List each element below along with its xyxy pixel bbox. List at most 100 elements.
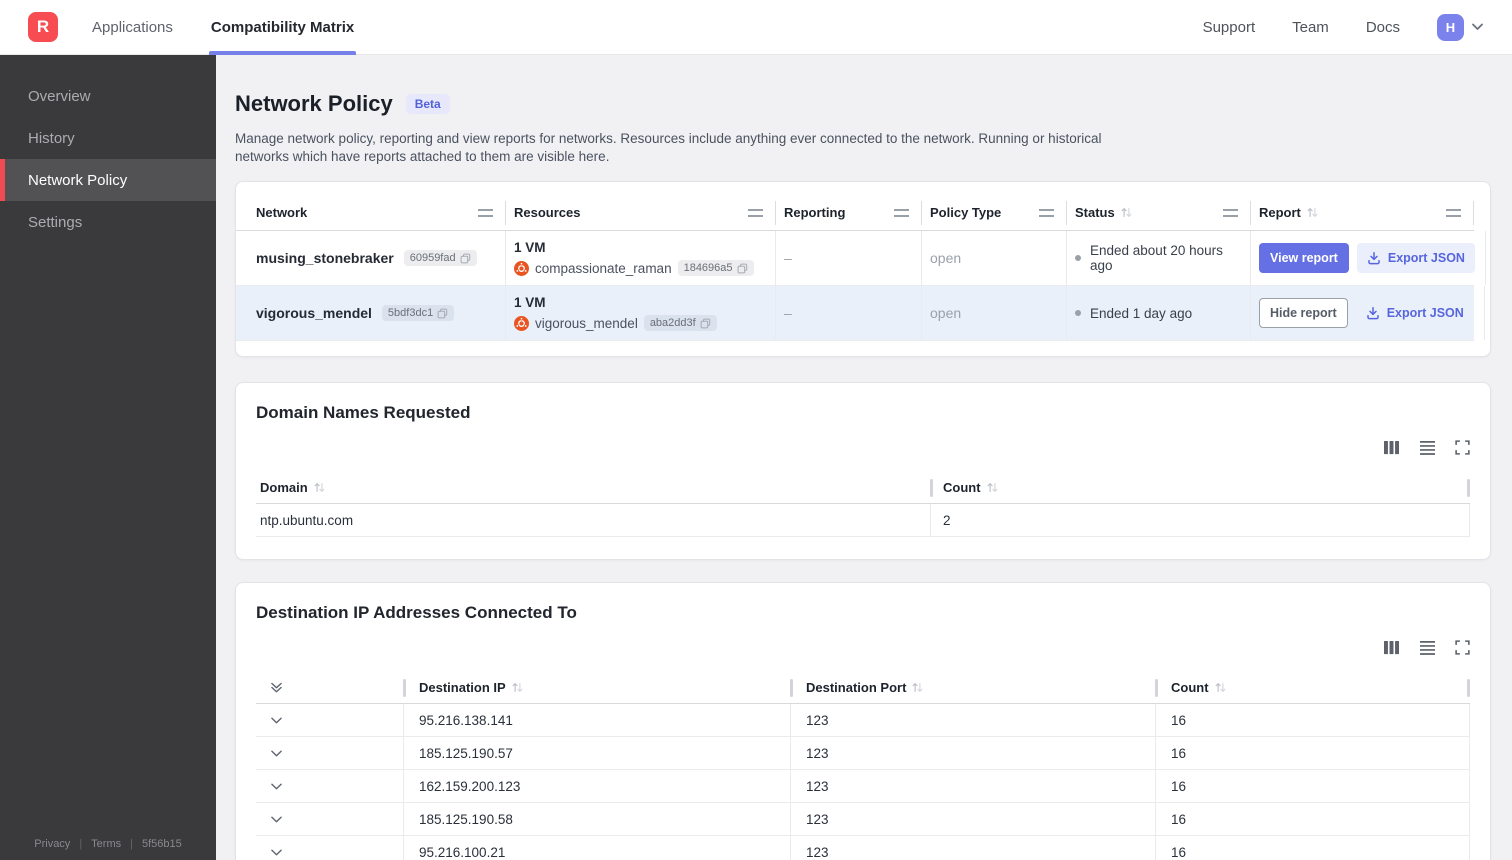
destination-ip-cell: 185.125.190.57 (404, 737, 791, 769)
app-logo[interactable]: R (28, 12, 58, 42)
copy-icon[interactable] (460, 253, 471, 264)
row-expander[interactable] (256, 836, 404, 860)
network-id-badge[interactable]: 60959fad (403, 250, 477, 266)
footer-divider: | (79, 838, 83, 850)
destination-port-cell: 123 (791, 770, 1156, 802)
column-resize-handle[interactable] (478, 208, 493, 217)
networks-card: Network Resources Reporting Policy Type … (235, 181, 1491, 357)
nav-tab-compatibility-matrix[interactable]: Compatibility Matrix (208, 0, 357, 55)
card-title: Destination IP Addresses Connected To (256, 603, 577, 622)
sort-icon[interactable] (986, 482, 999, 493)
terms-link[interactable]: Terms (91, 838, 121, 850)
sort-icon[interactable] (511, 682, 524, 693)
count-cell: 16 (1156, 803, 1470, 835)
rows-icon[interactable] (1419, 440, 1436, 455)
column-header-domain[interactable]: Domain (256, 472, 931, 503)
row-expander[interactable] (256, 737, 404, 769)
logo-letter: R (36, 17, 50, 36)
network-cell: vigorous_mendel 5bdf3dc1 (236, 286, 506, 340)
destination-row[interactable]: 95.216.100.21 123 16 (256, 836, 1470, 860)
column-header-count[interactable]: Count (930, 472, 1470, 503)
page-title: Network Policy (235, 91, 393, 116)
main-content: Network Policy Beta Manage network polic… (216, 55, 1512, 860)
export-json-button[interactable]: Export JSON (1356, 243, 1475, 273)
export-json-button[interactable]: Export JSON (1356, 298, 1474, 328)
column-resize-handle[interactable] (748, 208, 763, 217)
nav-link-support[interactable]: Support (1203, 19, 1256, 36)
count-cell: 2 (931, 504, 1470, 536)
copy-icon[interactable] (437, 308, 448, 319)
row-expander[interactable] (256, 770, 404, 802)
sidebar-item-settings[interactable]: Settings (0, 201, 216, 243)
build-version: 5f56b15 (141, 838, 182, 850)
column-header-destination-port[interactable]: Destination Port (790, 672, 1156, 703)
sidebar-item-overview[interactable]: Overview (0, 75, 216, 117)
chevron-down-icon (271, 717, 282, 723)
resource-name: compassionate_raman (535, 260, 672, 276)
table-toolbar (256, 639, 1470, 655)
count-cell: 16 (1156, 836, 1470, 860)
resource-id-badge[interactable]: 184696a5 (677, 260, 754, 276)
network-row-musing-stonebraker[interactable]: musing_stonebraker 60959fad 1 VM compass… (236, 231, 1486, 286)
domains-table: Domain Count ntp.ubuntu.com 2 (256, 472, 1470, 537)
sidebar-item-history[interactable]: History (0, 117, 216, 159)
domain-cell: ntp.ubuntu.com (256, 504, 931, 536)
nav-link-docs[interactable]: Docs (1366, 19, 1400, 36)
user-avatar[interactable]: H (1437, 13, 1464, 41)
row-expander[interactable] (256, 704, 404, 736)
domain-row[interactable]: ntp.ubuntu.com 2 (256, 504, 1470, 537)
destination-port-cell: 123 (791, 737, 1156, 769)
destination-ip-cell: 185.125.190.58 (404, 803, 791, 835)
policy-type-cell: open (922, 286, 1067, 340)
destination-row[interactable]: 95.216.138.141 123 16 (256, 704, 1470, 737)
column-header-status[interactable]: Status (1067, 195, 1251, 230)
destinations-table: Destination IP Destination Port Count 95… (256, 672, 1470, 860)
view-report-button[interactable]: View report (1259, 243, 1349, 273)
resource-id-badge[interactable]: aba2dd3f (643, 315, 717, 331)
ubuntu-icon (514, 315, 529, 331)
column-resize-handle[interactable] (894, 208, 909, 217)
sort-icon[interactable] (313, 482, 326, 493)
chevron-down-icon (271, 816, 282, 822)
card-title: Domain Names Requested (256, 403, 471, 422)
column-header-count[interactable]: Count (1155, 672, 1470, 703)
resources-cell: 1 VM compassionate_raman 184696a5 (506, 231, 776, 285)
download-icon (1366, 307, 1379, 320)
network-id-badge[interactable]: 5bdf3dc1 (381, 305, 455, 321)
sort-icon[interactable] (1214, 682, 1227, 693)
copy-icon[interactable] (737, 263, 748, 274)
domains-table-header: Domain Count (256, 472, 1470, 504)
row-expander[interactable] (256, 803, 404, 835)
expand-all-button[interactable] (256, 672, 404, 703)
sidebar: Overview History Network Policy Settings… (0, 55, 216, 860)
fullscreen-icon[interactable] (1455, 439, 1470, 455)
sort-icon[interactable] (1120, 207, 1133, 218)
user-menu[interactable]: H (1437, 13, 1484, 41)
copy-icon[interactable] (700, 318, 711, 329)
count-cell: 16 (1156, 704, 1470, 736)
sort-icon[interactable] (1306, 207, 1319, 218)
destination-ip-cell: 95.216.138.141 (404, 704, 791, 736)
network-row-vigorous-mendel[interactable]: vigorous_mendel 5bdf3dc1 1 VM vigorous_m… (236, 286, 1485, 341)
fullscreen-icon[interactable] (1455, 639, 1470, 655)
network-cell: musing_stonebraker 60959fad (236, 231, 506, 285)
columns-icon[interactable] (1383, 440, 1400, 455)
column-resize-handle[interactable] (1446, 208, 1461, 217)
nav-link-team[interactable]: Team (1292, 19, 1329, 36)
column-resize-handle[interactable] (1039, 208, 1054, 217)
column-header-destination-ip[interactable]: Destination IP (403, 672, 791, 703)
destination-row[interactable]: 162.159.200.123 123 16 (256, 770, 1470, 803)
sort-icon[interactable] (911, 682, 924, 693)
destination-row[interactable]: 185.125.190.58 123 16 (256, 803, 1470, 836)
hide-report-button[interactable]: Hide report (1259, 298, 1348, 328)
destination-row[interactable]: 185.125.190.57 123 16 (256, 737, 1470, 770)
ubuntu-icon (514, 260, 529, 276)
destinations-table-header: Destination IP Destination Port Count (256, 672, 1470, 704)
nav-tab-applications[interactable]: Applications (90, 0, 175, 55)
sidebar-item-network-policy[interactable]: Network Policy (0, 159, 216, 201)
columns-icon[interactable] (1383, 640, 1400, 655)
privacy-link[interactable]: Privacy (34, 838, 70, 850)
column-resize-handle[interactable] (1223, 208, 1238, 217)
column-header-report[interactable]: Report (1251, 195, 1474, 230)
rows-icon[interactable] (1419, 640, 1436, 655)
